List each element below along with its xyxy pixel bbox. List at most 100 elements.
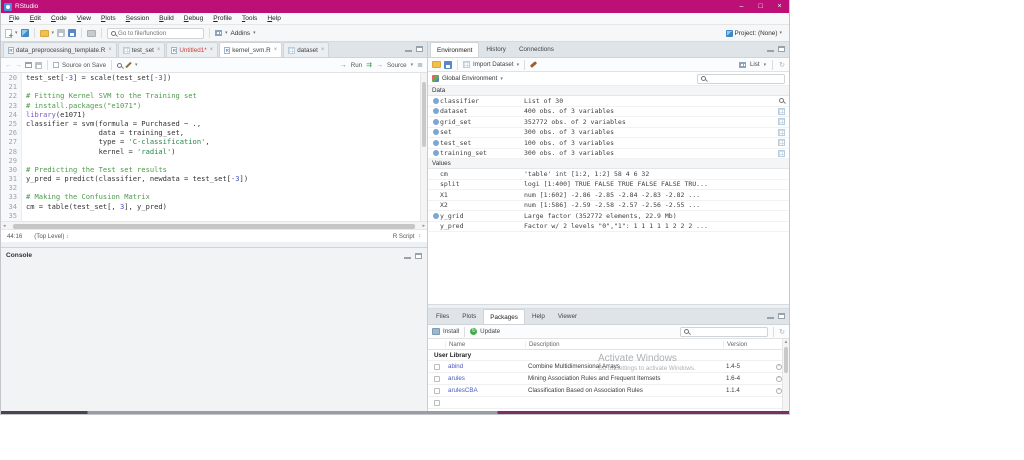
addins-dropdown-icon[interactable]: ▾ <box>253 30 256 36</box>
source-dropdown-icon[interactable]: ▾ <box>411 62 414 68</box>
file-type-selector[interactable]: R Script ↕ <box>393 233 421 240</box>
package-row-abind[interactable]: abindCombine Multidimensional Arrays1.4-… <box>428 361 789 373</box>
packages-scroll-thumb[interactable] <box>784 347 788 373</box>
find-replace-icon[interactable] <box>117 63 122 68</box>
env-row-dataset[interactable]: dataset400 obs. of 3 variables <box>428 107 789 118</box>
save-icon[interactable] <box>57 29 65 37</box>
editor-vertical-scrollbar[interactable] <box>420 73 427 221</box>
env-row-training_set[interactable]: training_set300 obs. of 3 variables <box>428 149 789 160</box>
column-name[interactable]: Name <box>445 341 525 348</box>
code-line[interactable]: 30# Predicting the Test set results <box>1 165 420 174</box>
tab-connections[interactable]: Connections <box>513 42 560 57</box>
expand-icon[interactable] <box>431 140 440 146</box>
env-row-grid_set[interactable]: grid_set352772 obs. of 2 variables <box>428 117 789 128</box>
menu-debug[interactable]: Debug <box>179 15 208 22</box>
load-workspace-icon[interactable] <box>432 61 441 68</box>
expand-icon[interactable] <box>431 213 440 219</box>
minimize-icon[interactable]: – <box>732 0 751 13</box>
env-row-cm[interactable]: cm'table' int [1:2, 1:2] 58 4 6 32 <box>428 169 789 180</box>
packages-scrollbar[interactable]: ▲ <box>782 339 789 411</box>
new-file-dropdown-icon[interactable]: ▾ <box>15 30 18 36</box>
popout-icon[interactable] <box>25 62 32 68</box>
env-row-X2[interactable]: X2num [1:586] -2.59 -2.58 -2.57 -2.56 -2… <box>428 201 789 212</box>
minimize-pane-icon[interactable] <box>405 46 412 52</box>
menu-plots[interactable]: Plots <box>96 15 121 22</box>
menu-profile[interactable]: Profile <box>208 15 237 22</box>
menu-code[interactable]: Code <box>46 15 72 22</box>
inspect-object-icon[interactable] <box>779 98 784 103</box>
code-tools-dropdown-icon[interactable]: ▾ <box>135 62 138 68</box>
install-icon[interactable] <box>432 328 440 335</box>
new-file-icon[interactable] <box>5 29 12 38</box>
hscroll-right-arrow-icon[interactable]: ▸ <box>422 223 425 229</box>
column-version[interactable]: Version <box>723 341 769 348</box>
code-line[interactable]: 34cm = table(test_set[, 3], y_pred) <box>1 202 420 211</box>
view-data-icon[interactable] <box>778 150 785 157</box>
env-maximize-icon[interactable] <box>778 46 785 52</box>
addins-label[interactable]: Addins <box>231 30 251 37</box>
env-row-classifier[interactable]: classifierList of 30 <box>428 96 789 107</box>
install-button[interactable]: Install <box>443 328 459 335</box>
editor-tab-data-preprocessing-template-r[interactable]: Rdata_preprocessing_template.R× <box>3 42 117 57</box>
run-button[interactable]: Run <box>351 62 362 69</box>
code-line[interactable]: 20test_set[-3] = scale(test_set[-3]) <box>1 73 420 82</box>
code-line[interactable]: 29 <box>1 156 420 165</box>
env-row-test_set[interactable]: test_set100 obs. of 3 variables <box>428 138 789 149</box>
code-tools-icon[interactable] <box>125 62 131 68</box>
expand-icon[interactable] <box>431 98 440 104</box>
save-workspace-icon[interactable] <box>444 61 452 69</box>
package-name-link[interactable]: arulesCBA <box>445 387 525 394</box>
code-line[interactable]: 22# Fitting Kernel SVM to the Training s… <box>1 91 420 100</box>
files-maximize-icon[interactable] <box>778 313 785 319</box>
view-data-icon[interactable] <box>778 139 785 146</box>
code-editor[interactable]: 20test_set[-3] = scale(test_set[-3])2122… <box>1 73 427 221</box>
code-line[interactable]: 27 type = 'C-classification', <box>1 137 420 146</box>
view-data-icon[interactable] <box>778 129 785 136</box>
package-row-arulesCBA[interactable]: arulesCBAClassification Based on Associa… <box>428 385 789 397</box>
editor-tab-untitled1-[interactable]: RUntitled1*× <box>166 42 218 57</box>
expand-icon[interactable] <box>431 150 440 156</box>
tab-plots[interactable]: Plots <box>456 309 482 324</box>
package-name-link[interactable]: abind <box>445 363 525 370</box>
column-description[interactable]: Description <box>525 341 723 348</box>
code-line[interactable]: 32 <box>1 183 420 192</box>
code-line[interactable]: 25classifier = svm(formula = Purchased ~… <box>1 119 420 128</box>
console-maximize-icon[interactable] <box>415 253 422 259</box>
hscroll-thumb[interactable] <box>13 224 415 229</box>
menu-help[interactable]: Help <box>262 15 286 22</box>
tab-close-icon[interactable]: × <box>274 47 278 53</box>
env-row-X1[interactable]: X1num [1:602] -2.86 -2.85 -2.84 -2.83 -2… <box>428 190 789 201</box>
environment-scope-selector[interactable]: Global Environment <box>442 75 497 82</box>
package-checkbox[interactable] <box>434 400 440 406</box>
code-line[interactable]: 35 <box>1 211 420 220</box>
save-script-icon[interactable] <box>35 62 42 69</box>
update-button[interactable]: Update <box>480 328 500 335</box>
list-view-dropdown-icon[interactable]: ▾ <box>764 62 767 68</box>
env-row-split[interactable]: splitlogi [1:400] TRUE FALSE TRUE FALSE … <box>428 180 789 191</box>
tab-close-icon[interactable]: × <box>321 47 325 53</box>
view-data-icon[interactable] <box>778 118 785 125</box>
title-bar[interactable]: RStudio – □ × <box>1 0 789 13</box>
vscroll-thumb[interactable] <box>422 82 426 147</box>
print-icon[interactable] <box>87 30 96 37</box>
editor-tab-dataset[interactable]: dataset× <box>283 42 329 57</box>
list-view-label[interactable]: List <box>750 61 760 68</box>
forward-icon[interactable]: → <box>15 62 22 69</box>
package-checkbox[interactable] <box>434 364 440 370</box>
files-minimize-icon[interactable] <box>767 313 774 319</box>
tab-packages[interactable]: Packages <box>483 309 525 324</box>
code-line[interactable]: 31y_pred = predict(classifier, newdata =… <box>1 174 420 183</box>
env-row-set[interactable]: set300 obs. of 3 variables <box>428 128 789 139</box>
scope-selector[interactable]: (Top Level) ↕ <box>34 233 68 240</box>
editor-tab-test-set[interactable]: test_set× <box>118 42 166 57</box>
refresh-packages-icon[interactable]: ↻ <box>779 328 785 336</box>
refresh-environment-icon[interactable]: ↻ <box>779 61 785 69</box>
source-button[interactable]: Source <box>387 62 407 69</box>
menu-file[interactable]: File <box>4 15 25 22</box>
tab-files[interactable]: Files <box>430 309 455 324</box>
menu-tools[interactable]: Tools <box>237 15 262 22</box>
expand-icon[interactable] <box>431 129 440 135</box>
package-checkbox[interactable] <box>434 388 440 394</box>
expand-icon[interactable] <box>431 119 440 125</box>
new-project-icon[interactable] <box>21 29 29 37</box>
